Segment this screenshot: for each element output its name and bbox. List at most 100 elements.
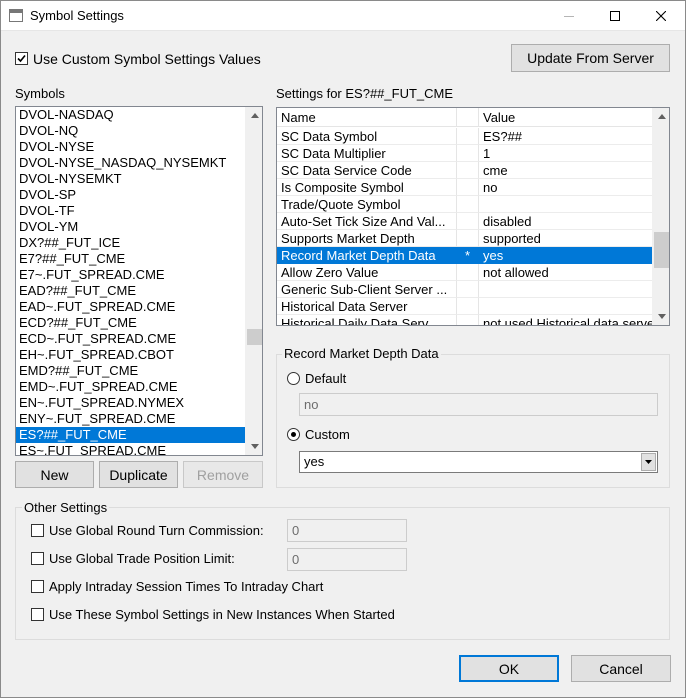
setting-value-cell: disabled: [479, 213, 654, 230]
trade-limit-checkbox[interactable]: [31, 552, 44, 565]
column-header-name[interactable]: Name: [277, 108, 457, 127]
list-item[interactable]: EMD?##_FUT_CME: [16, 363, 245, 379]
table-row[interactable]: Record Market Depth Data * yes: [277, 247, 654, 264]
checkmark-icon: [17, 54, 26, 63]
list-item[interactable]: ECD?##_FUT_CME: [16, 315, 245, 331]
symbols-list: DVOL-NASDAQ DVOL-NQ DVOL-NYSE DVOL-NYSE_NAS…: [16, 107, 245, 455]
new-instances-checkbox[interactable]: [31, 608, 44, 621]
table-row[interactable]: SC Data Service Code cme: [277, 162, 654, 179]
use-custom-checkbox[interactable]: [15, 52, 28, 65]
column-header-value[interactable]: Value: [479, 108, 654, 127]
list-item[interactable]: ECD~.FUT_SPREAD.CME: [16, 331, 245, 347]
settings-grid-header: Name Value: [277, 108, 654, 127]
list-item[interactable]: DVOL-NYSE: [16, 139, 245, 155]
setting-name-cell: Auto-Set Tick Size And Val...: [277, 213, 457, 230]
list-item[interactable]: DVOL-YM: [16, 219, 245, 235]
symbols-scrollbar[interactable]: [245, 107, 262, 455]
symbols-listbox[interactable]: DVOL-NASDAQ DVOL-NQ DVOL-NYSE DVOL-NYSE_NAS…: [15, 106, 263, 456]
list-item[interactable]: EAD~.FUT_SPREAD.CME: [16, 299, 245, 315]
cancel-button[interactable]: Cancel: [571, 655, 671, 682]
custom-radio[interactable]: [287, 428, 300, 441]
scroll-up-arrow-icon[interactable]: [246, 107, 262, 124]
list-item[interactable]: DVOL-TF: [16, 203, 245, 219]
remove-button[interactable]: Remove: [183, 461, 263, 488]
list-item[interactable]: DVOL-NASDAQ: [16, 107, 245, 123]
scroll-down-arrow-icon[interactable]: [246, 438, 262, 455]
setting-modified-cell: [457, 264, 479, 281]
list-item[interactable]: DX?##_FUT_ICE: [16, 235, 245, 251]
settings-grid-rows: SC Data Symbol ES?## SC Data Multiplier 1 SC…: [277, 128, 654, 325]
table-row[interactable]: Generic Sub-Client Server ...: [277, 281, 654, 298]
default-radio-label: Default: [305, 371, 347, 386]
default-radio[interactable]: [287, 372, 300, 385]
list-item[interactable]: ES?##_FUT_CME: [16, 427, 245, 443]
table-row[interactable]: Auto-Set Tick Size And Val... disabled: [277, 213, 654, 230]
list-item[interactable]: ENY~.FUT_SPREAD.CME: [16, 411, 245, 427]
table-row[interactable]: SC Data Symbol ES?##: [277, 128, 654, 145]
scroll-down-arrow-icon[interactable]: [653, 308, 669, 325]
setting-value-cell: yes: [479, 247, 654, 264]
scroll-up-arrow-icon[interactable]: [653, 108, 669, 125]
intraday-checkbox[interactable]: [31, 580, 44, 593]
update-from-server-button[interactable]: Update From Server: [511, 44, 670, 72]
list-item[interactable]: E7?##_FUT_CME: [16, 251, 245, 267]
custom-value-combobox[interactable]: yes: [299, 451, 658, 473]
setting-modified-cell: [457, 145, 479, 162]
minimize-icon: [564, 15, 574, 17]
round-turn-label: Use Global Round Turn Commission:: [49, 523, 264, 538]
setting-name-cell: Historical Data Server: [277, 298, 457, 315]
table-row[interactable]: Historical Data Server: [277, 298, 654, 315]
table-row[interactable]: Historical Daily Data Serv... not used Hi…: [277, 315, 654, 325]
custom-value-text: yes: [304, 454, 325, 469]
close-button[interactable]: [638, 0, 684, 31]
settings-grid[interactable]: Name Value SC Data Symbol ES?## SC Data Mu…: [276, 107, 670, 326]
chevron-down-icon[interactable]: [641, 453, 656, 471]
scroll-thumb[interactable]: [247, 329, 262, 345]
new-button[interactable]: New: [15, 461, 94, 488]
ok-button[interactable]: OK: [459, 655, 559, 682]
list-item[interactable]: EH~.FUT_SPREAD.CBOT: [16, 347, 245, 363]
setting-name-cell: Allow Zero Value: [277, 264, 457, 281]
settings-scrollbar[interactable]: [652, 108, 669, 325]
table-row[interactable]: SC Data Multiplier 1: [277, 145, 654, 162]
close-icon: [656, 10, 666, 21]
table-row[interactable]: Is Composite Symbol no: [277, 179, 654, 196]
list-item[interactable]: DVOL-NYSE_NASDAQ_NYSEMKT: [16, 155, 245, 171]
intraday-label: Apply Intraday Session Times To Intraday…: [49, 579, 324, 594]
table-row[interactable]: Allow Zero Value not allowed: [277, 264, 654, 281]
setting-modified-cell: [457, 213, 479, 230]
list-item[interactable]: EAD?##_FUT_CME: [16, 283, 245, 299]
setting-value-cell: not allowed: [479, 264, 654, 281]
setting-value-cell: supported: [479, 230, 654, 247]
table-row[interactable]: Supports Market Depth supported: [277, 230, 654, 247]
round-turn-checkbox[interactable]: [31, 524, 44, 537]
maximize-icon: [610, 10, 620, 21]
list-item[interactable]: DVOL-NQ: [16, 123, 245, 139]
list-item[interactable]: EN~.FUT_SPREAD.NYMEX: [16, 395, 245, 411]
duplicate-button[interactable]: Duplicate: [99, 461, 178, 488]
setting-name-cell: SC Data Multiplier: [277, 145, 457, 162]
setting-name-cell: Supports Market Depth: [277, 230, 457, 247]
setting-value-cell: [479, 298, 654, 315]
symbols-label: Symbols: [15, 86, 65, 101]
list-item[interactable]: EMD~.FUT_SPREAD.CME: [16, 379, 245, 395]
table-row[interactable]: Trade/Quote Symbol: [277, 196, 654, 213]
setting-modified-cell: [457, 298, 479, 315]
detail-group-title: Record Market Depth Data: [282, 346, 441, 361]
scroll-thumb[interactable]: [654, 232, 669, 268]
minimize-button[interactable]: [546, 0, 592, 31]
list-item[interactable]: ES~.FUT_SPREAD.CME: [16, 443, 245, 455]
list-item[interactable]: E7~.FUT_SPREAD.CME: [16, 267, 245, 283]
window-icon: [9, 9, 23, 22]
default-value-field: no: [299, 393, 658, 416]
column-header-modified[interactable]: [457, 108, 479, 127]
new-instances-label: Use These Symbol Settings in New Instanc…: [49, 607, 395, 622]
maximize-button[interactable]: [592, 0, 638, 31]
list-item[interactable]: DVOL-SP: [16, 187, 245, 203]
setting-modified-cell: [457, 128, 479, 145]
setting-name-cell: SC Data Symbol: [277, 128, 457, 145]
setting-value-cell: 1: [479, 145, 654, 162]
setting-name-cell: Generic Sub-Client Server ...: [277, 281, 457, 298]
setting-value-cell: cme: [479, 162, 654, 179]
list-item[interactable]: DVOL-NYSEMKT: [16, 171, 245, 187]
